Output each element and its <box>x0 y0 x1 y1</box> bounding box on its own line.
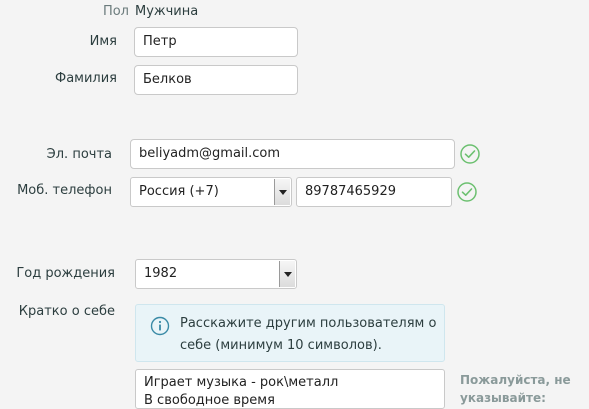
about-info-line-2: себе (минимум 10 символов). <box>180 338 382 353</box>
phone-label: Моб. телефон <box>17 183 112 198</box>
about-info-line-1: Расскажите другим пользователям о <box>180 316 437 331</box>
first-name-label: Имя <box>89 34 117 49</box>
about-label: Кратко о себе <box>18 304 115 319</box>
about-hint-line-2: указывайте: <box>460 391 546 405</box>
phone-number-field[interactable]: 89787465929 <box>296 177 452 207</box>
about-info-box: Расскажите другим пользователям о себе (… <box>135 304 445 362</box>
chevron-down-icon[interactable] <box>274 179 290 205</box>
about-text-line-2: В свободное время <box>144 393 275 408</box>
birth-year-value: 1982 <box>144 266 178 281</box>
phone-country-select[interactable]: Россия (+7) <box>130 177 292 207</box>
about-info-text: Расскажите другим пользователям о себе (… <box>180 313 436 357</box>
about-hint: Пожалуйста, не указывайте: <box>460 371 571 407</box>
phone-valid-check-icon <box>457 182 477 202</box>
about-textarea[interactable]: Играет музыка - рок\металл В свободное в… <box>135 369 445 409</box>
last-name-label: Фамилия <box>55 71 117 86</box>
info-circle-icon <box>150 316 170 336</box>
about-text-line-1: Играет музыка - рок\металл <box>144 375 339 390</box>
email-field[interactable]: beliyadm@gmail.com <box>130 139 455 169</box>
birth-year-label: Год рождения <box>16 266 115 281</box>
last-name-field[interactable]: Белков <box>134 65 298 95</box>
chevron-down-icon[interactable] <box>279 261 295 287</box>
first-name-field[interactable]: Петр <box>134 27 298 57</box>
about-hint-line-1: Пожалуйста, не <box>460 373 571 387</box>
email-valid-check-icon <box>460 144 480 164</box>
gender-value: Мужчина <box>135 4 199 19</box>
gender-label: Пол <box>102 4 129 19</box>
email-label: Эл. почта <box>46 147 112 162</box>
phone-country-value: Россия (+7) <box>139 184 219 199</box>
birth-year-select[interactable]: 1982 <box>135 259 297 289</box>
